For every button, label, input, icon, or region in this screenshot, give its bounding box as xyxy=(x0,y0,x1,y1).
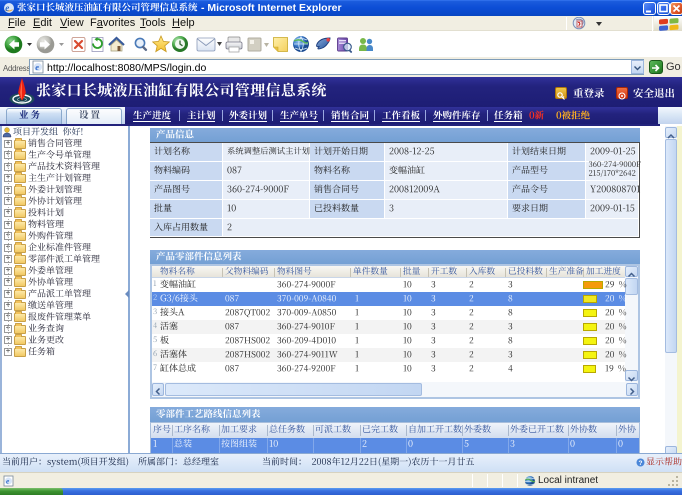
svg-text:e: e xyxy=(35,62,39,72)
svg-text:e: e xyxy=(5,3,9,13)
svg-text:?: ? xyxy=(639,460,643,467)
